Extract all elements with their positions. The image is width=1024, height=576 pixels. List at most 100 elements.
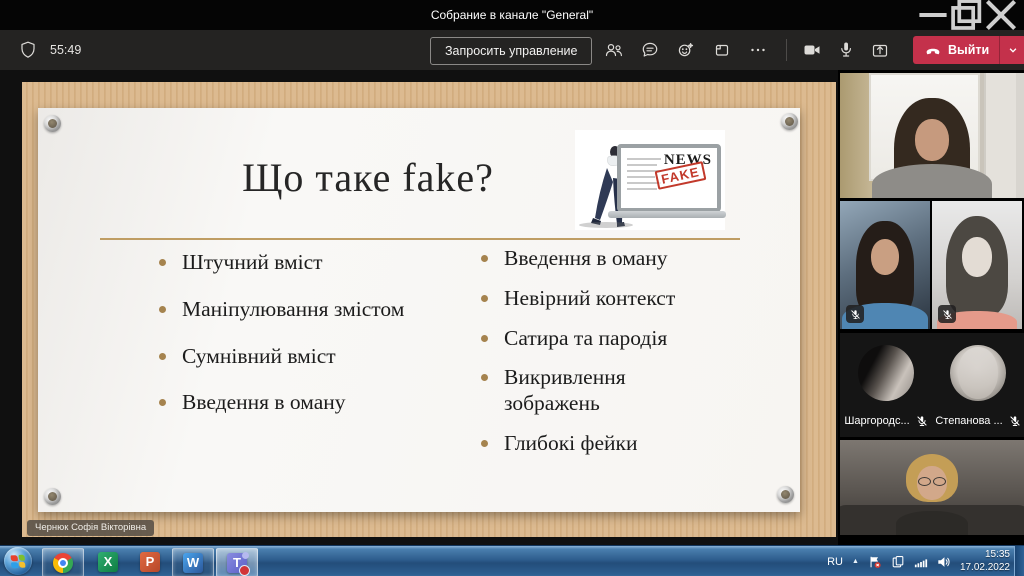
- participant-video-tile[interactable]: [840, 440, 1024, 535]
- participant-name: Степанова ...: [935, 415, 1003, 427]
- taskbar-teams-button[interactable]: T: [216, 548, 258, 576]
- more-options-button[interactable]: [748, 40, 768, 60]
- laptop-base: [608, 211, 726, 218]
- participant-video-tile[interactable]: [932, 201, 1022, 329]
- meeting-timer: 55:49: [50, 43, 82, 57]
- chat-icon: [642, 42, 658, 57]
- taskbar-clock[interactable]: 15:35 17.02.2022: [960, 549, 1010, 574]
- request-control-button[interactable]: Запросить управление: [430, 37, 593, 65]
- bullet-item: Сумнівний вміст: [156, 344, 414, 370]
- bullet-item: Маніпулювання змістом: [156, 297, 414, 323]
- bullet-item: Невірний контекст: [478, 286, 718, 312]
- participant-face: [871, 239, 899, 276]
- fake-news-illustration: NEWS FAKE: [575, 130, 726, 230]
- hidden-icons-button[interactable]: ▲: [852, 558, 859, 565]
- participant-video-tile[interactable]: [840, 201, 930, 329]
- participant-audio-tile[interactable]: Степанова ...: [932, 333, 1024, 437]
- teams-meeting-window: Собрание в канале "General" 55:49 Запрос…: [0, 0, 1024, 576]
- laptop-screen: NEWS FAKE: [617, 144, 721, 212]
- man-shadow: [579, 222, 633, 228]
- share-button[interactable]: [870, 40, 890, 60]
- participant-face: [915, 119, 949, 162]
- mic-off-icon: [1010, 416, 1020, 426]
- taskbar-chrome-button[interactable]: [42, 548, 84, 576]
- ellipsis-icon: [751, 48, 765, 52]
- window-title: Собрание в канале "General": [430, 8, 594, 22]
- windows-taskbar: X P W T RU ▲ 15:35 17.02.2022: [0, 545, 1024, 576]
- breakout-rooms-button[interactable]: [712, 40, 732, 60]
- toolbar-av-cluster: [802, 30, 890, 70]
- restore-button[interactable]: [950, 0, 984, 30]
- presenter-name-badge: Чернюк Софія Вікторівна: [27, 520, 155, 536]
- bullet-item: Введення в оману: [156, 390, 414, 416]
- bullet-item: Сатира та пародія: [478, 326, 718, 352]
- taskbar-powerpoint-button[interactable]: P: [130, 548, 170, 575]
- grommet-top-right-icon: [781, 113, 798, 130]
- muted-badge: [846, 305, 864, 323]
- system-tray: RU ▲ 15:35 17.02.2022: [827, 546, 1010, 576]
- clock-time: 15:35: [984, 549, 1010, 560]
- people-icon: [605, 43, 622, 57]
- chrome-icon: [53, 552, 73, 573]
- close-icon: [985, 0, 1017, 31]
- word-icon: W: [183, 552, 203, 573]
- muted-badge: [938, 305, 956, 323]
- shield-icon: [18, 40, 38, 60]
- avatar: [858, 345, 914, 401]
- hangup-icon: [926, 48, 940, 55]
- action-center-flag-icon[interactable]: [868, 555, 882, 569]
- grommet-bottom-left-icon: [44, 488, 61, 505]
- minimize-button[interactable]: [916, 0, 950, 30]
- bullet-item: Введення в оману: [478, 246, 718, 272]
- microphone-button[interactable]: [836, 40, 856, 60]
- microphone-icon: [841, 42, 851, 57]
- leave-main[interactable]: Выйти: [913, 36, 999, 64]
- leave-button[interactable]: Выйти: [913, 36, 1024, 64]
- taskbar-excel-button[interactable]: X: [88, 548, 128, 575]
- pending-updates-icon[interactable]: [891, 555, 905, 569]
- mic-off-icon: [942, 309, 952, 319]
- participant-body: [872, 164, 992, 198]
- start-button[interactable]: [4, 547, 32, 575]
- participant-video-tile[interactable]: [840, 73, 1024, 198]
- volume-icon[interactable]: [937, 555, 951, 569]
- participant-audio-tile[interactable]: Шаргородс...: [840, 333, 932, 437]
- bullet-item: Глибокі фейки: [478, 431, 718, 457]
- toolbar-icon-cluster: [604, 30, 768, 70]
- teams-icon: T: [227, 551, 250, 576]
- slide-background-board: Що таке fake? NEWS FAKE Штучний вміст Ма…: [22, 82, 836, 537]
- window-titlebar: Собрание в канале "General": [0, 0, 1024, 31]
- participant-name-row: Шаргородс...: [840, 415, 932, 427]
- participants-button[interactable]: [604, 40, 624, 60]
- grommet-bottom-right-icon: [777, 486, 794, 503]
- reactions-icon: [678, 43, 694, 57]
- camera-icon: [804, 45, 820, 55]
- grommet-top-left-icon: [44, 115, 61, 132]
- leave-options-button[interactable]: [999, 36, 1024, 64]
- participant-face: [962, 236, 992, 277]
- slide-paper: Що таке fake? NEWS FAKE Штучний вміст Ма…: [38, 108, 800, 512]
- windows-logo-icon: [10, 554, 26, 568]
- glasses-icon: [918, 477, 946, 486]
- reactions-button[interactable]: [676, 40, 696, 60]
- fake-stamp: FAKE: [654, 161, 707, 190]
- participant-body: [896, 511, 968, 535]
- laptop-icon: NEWS FAKE: [608, 144, 726, 218]
- restore-icon: [951, 0, 982, 30]
- shared-content-stage: Що таке fake? NEWS FAKE Штучний вміст Ма…: [0, 70, 838, 545]
- network-signal-icon[interactable]: [914, 555, 928, 569]
- powerpoint-icon: P: [140, 551, 160, 572]
- close-button[interactable]: [984, 0, 1018, 31]
- participant-name-row: Степанова ...: [932, 415, 1024, 427]
- audio-participants-section: Шаргородс... Степанова ...: [840, 333, 1024, 437]
- participants-sidebar: Шаргородс... Степанова ...: [838, 70, 1024, 545]
- chat-button[interactable]: [640, 40, 660, 60]
- meeting-toolbar: 55:49 Запросить управление Выйти: [0, 30, 1024, 70]
- taskbar-word-button[interactable]: W: [172, 548, 214, 576]
- share-icon: [872, 44, 888, 57]
- language-indicator[interactable]: RU: [827, 556, 843, 568]
- participant-name: Шаргородс...: [844, 415, 910, 427]
- minimize-icon: [919, 12, 947, 18]
- camera-button[interactable]: [802, 40, 822, 60]
- show-desktop-button[interactable]: [1014, 546, 1024, 576]
